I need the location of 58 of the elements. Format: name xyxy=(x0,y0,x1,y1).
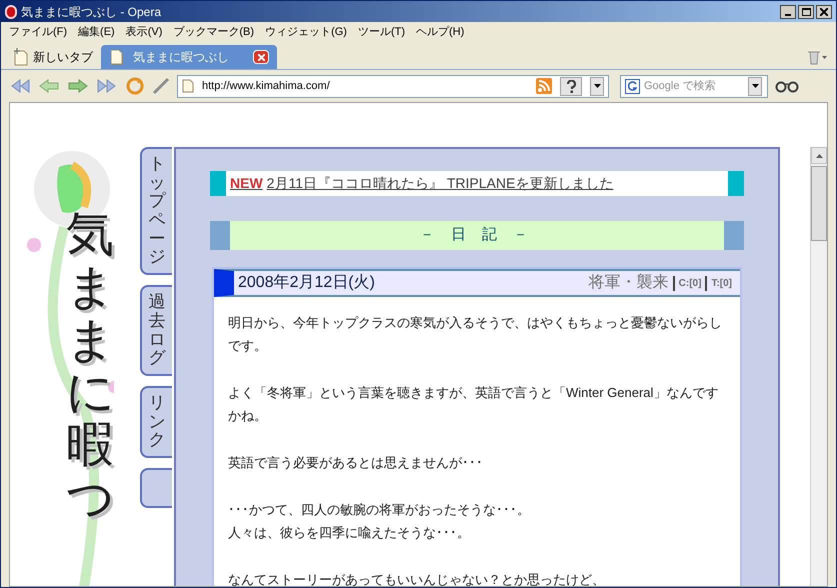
address-text: http://www.kimahima.com/ xyxy=(202,78,331,94)
search-input[interactable]: Google で検索 xyxy=(644,78,744,94)
rewind-icon[interactable] xyxy=(9,78,31,94)
entry-line: 人々は、彼らを四季に喩えたそうな･･･。 xyxy=(228,524,471,542)
entry-title: 将軍・襲来 xyxy=(588,272,669,293)
nav-tab[interactable]: 過去ログ xyxy=(140,285,172,376)
close-icon xyxy=(820,8,828,16)
menu-item[interactable]: 表示(V) xyxy=(126,24,162,40)
google-logo-icon xyxy=(625,78,640,94)
trash-icon[interactable] xyxy=(806,49,828,65)
address-field[interactable]: http://www.kimahima.com/ xyxy=(177,74,609,98)
maximize-button[interactable] xyxy=(798,4,814,18)
site-title: 気ままに暇つ xyxy=(66,209,114,526)
section-title: － 日 記 － xyxy=(420,225,534,246)
search-field[interactable]: Google で検索 xyxy=(620,74,768,98)
trackback-count-link[interactable]: T:[0] xyxy=(705,276,732,290)
entry-line: なんてストーリーがあってもいいんじゃない？とか思ったけど、 xyxy=(228,571,606,586)
question-mark-icon xyxy=(566,80,576,92)
menu-item[interactable]: ブックマーク(B) xyxy=(173,24,254,40)
news-link[interactable]: NEW 2月11日『ココロ晴れたら』 TRIPLANEを更新しました xyxy=(230,173,614,194)
fast-forward-icon[interactable] xyxy=(96,78,118,94)
dropdown-button[interactable] xyxy=(748,76,762,96)
entry-line: よく「冬将軍」という言葉を聴きますが、英語で言うと「Winter General」なんですかね。 xyxy=(228,384,720,425)
pen-icon[interactable] xyxy=(152,77,170,95)
caret-icon xyxy=(594,84,600,88)
entry-line: 明日から、今年トップクラスの寒気が入るそうで、はやくもちょっと憂鬱ないがらしです。 xyxy=(228,314,723,355)
entry-line: ･･･かつて、四人の敏腕の将軍がおったそうな･･･。 xyxy=(228,501,531,519)
nav-tab[interactable] xyxy=(140,468,172,508)
page-icon xyxy=(182,79,194,93)
caret-icon xyxy=(752,84,758,88)
close-tab-button[interactable] xyxy=(253,50,269,64)
comment-count-link[interactable]: C:[0] xyxy=(672,276,702,290)
page-icon xyxy=(109,48,125,66)
menu-item[interactable]: ウィジェット(G) xyxy=(265,24,347,40)
scroll-up-button[interactable] xyxy=(811,147,827,164)
opera-logo-icon xyxy=(5,4,17,18)
new-tab-button[interactable]: 新しいタブ xyxy=(9,45,97,69)
entry-date: 2008年2月12日(火) xyxy=(238,272,376,293)
scroll-thumb[interactable] xyxy=(811,166,827,241)
up-arrow-icon xyxy=(816,154,822,158)
close-icon xyxy=(258,54,264,60)
window-title: 気ままに暇つぶし - Opera xyxy=(21,4,162,20)
glasses-icon[interactable] xyxy=(775,79,799,93)
menu-item[interactable]: ツール(T) xyxy=(358,24,405,40)
nav-tab[interactable]: トップページ xyxy=(140,147,172,276)
forward-arrow-icon[interactable] xyxy=(67,78,89,94)
help-button[interactable] xyxy=(560,76,582,96)
menu-item[interactable]: ヘルプ(H) xyxy=(416,24,464,40)
nav-tab[interactable]: リンク xyxy=(140,386,172,458)
rss-feed-icon[interactable] xyxy=(536,78,552,94)
close-button[interactable] xyxy=(816,4,832,18)
dropdown-button[interactable] xyxy=(590,76,604,96)
new-page-icon xyxy=(13,48,29,66)
minimize-button[interactable] xyxy=(780,4,796,18)
menu-item[interactable]: ファイル(F) xyxy=(9,24,68,40)
entry-line: 英語で言う必要があるとは思えませんが･･･ xyxy=(228,454,484,472)
menu-item[interactable]: 編集(E) xyxy=(78,24,115,40)
scrollbar[interactable] xyxy=(810,147,827,586)
